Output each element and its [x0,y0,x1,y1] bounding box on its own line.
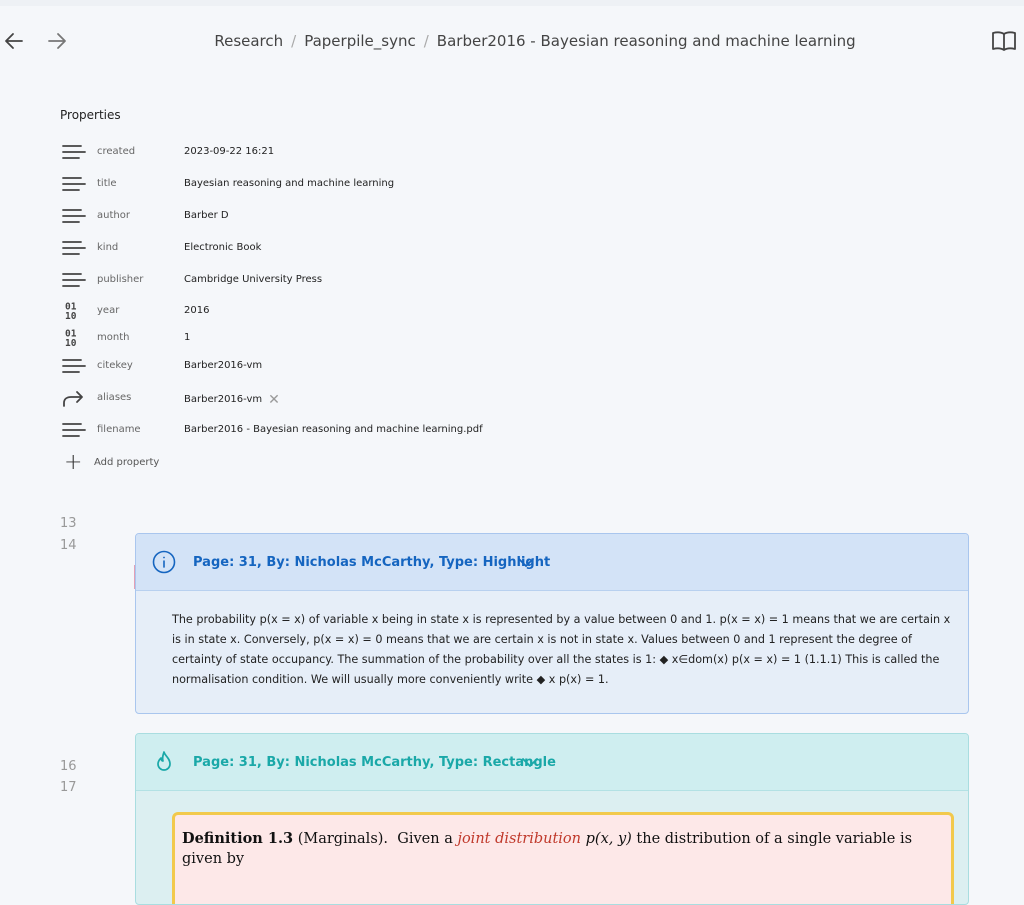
property-key: year [97,305,120,316]
definition-pre: Given a [397,831,453,847]
property-key: month [97,332,130,343]
line-number: 13 [60,516,77,531]
binary-glyph-bottom: 10 [65,338,77,348]
text-lines-icon [62,359,86,373]
property-row-aliases[interactable]: aliases Barber2016-vm ✕ [60,386,760,410]
property-row-publisher[interactable]: publisher Cambridge University Press [60,268,760,292]
binary-number-icon: 01 10 [65,329,77,349]
property-row-created[interactable]: created 2023-09-22 16:21 [60,140,760,164]
text-lines-icon [62,177,86,191]
callout-title: Page: 31, By: Nicholas McCarthy, Type: H… [193,555,551,570]
line-number: 16 [60,759,77,774]
property-value[interactable]: Barber2016-vm [184,360,262,371]
property-value[interactable]: Electronic Book [184,242,261,253]
callout-header[interactable]: Page: 31, By: Nicholas McCarthy, Type: H… [136,534,968,591]
breadcrumb-item-folder[interactable]: Paperpile_sync [304,32,416,50]
text-lines-icon [62,273,86,287]
property-value[interactable]: Barber2016 - Bayesian reasoning and mach… [184,424,483,435]
property-value[interactable]: Bayesian reasoning and machine learning [184,178,394,189]
top-edge [0,0,1024,6]
flame-icon [157,751,171,771]
property-key: title [97,178,117,189]
chevron-down-icon[interactable] [517,554,535,570]
open-book-icon [992,31,1016,51]
reading-view-button[interactable] [990,28,1018,54]
property-key: aliases [97,392,132,403]
callout-body: The probability p(x = x) of variable x b… [172,613,951,686]
callout-header[interactable]: Page: 31, By: Nicholas McCarthy, Type: R… [136,734,968,791]
property-key: filename [97,424,141,435]
property-row-year[interactable]: 01 10 year 2016 [60,299,760,323]
text-lines-icon [62,241,86,255]
binary-number-icon: 01 10 [65,302,77,322]
property-value[interactable]: 2016 [184,305,209,316]
property-value[interactable]: 1 [184,332,190,343]
property-row-citekey[interactable]: citekey Barber2016-vm [60,354,760,378]
property-key: publisher [97,274,144,285]
text-lines-icon [62,209,86,223]
callout-title: Page: 31, By: Nicholas McCarthy, Type: R… [193,755,556,770]
property-row-author[interactable]: author Barber D [60,204,760,228]
definition-highlight: joint distribution [457,831,582,847]
binary-glyph-bottom: 10 [65,311,77,321]
properties-heading: Properties [60,108,121,122]
definition-name: (Marginals). [297,831,389,847]
breadcrumb-separator: / [423,32,429,50]
property-key: created [97,146,136,157]
definition-image: Definition 1.3 (Marginals). Given a join… [172,812,954,904]
property-key: author [97,210,130,221]
definition-text: Definition 1.3 (Marginals). Given a join… [182,829,942,869]
property-value[interactable]: Barber D [184,210,229,221]
property-row-month[interactable]: 01 10 month 1 [60,326,760,350]
definition-label: Definition 1.3 [182,830,294,847]
text-lines-icon [62,145,86,159]
line-number: 17 [60,780,77,795]
forward-arrow-icon [63,391,83,407]
remove-alias-icon[interactable]: ✕ [268,392,280,408]
property-value[interactable]: 2023-09-22 16:21 [184,146,274,157]
add-property-label: Add property [94,457,160,468]
property-value[interactable]: Barber2016-vm ✕ [184,392,280,408]
breadcrumb-item-note[interactable]: Barber2016 - Bayesian reasoning and mach… [437,32,856,50]
definition-math: p(x, y) [585,831,632,847]
breadcrumb-separator: / [291,32,297,50]
property-key: citekey [97,360,133,371]
line-number: 14 [60,538,77,553]
breadcrumb: Research / Paperpile_sync / Barber2016 - Bay… [0,32,1024,50]
property-key: kind [97,242,119,253]
plus-icon: + [64,450,83,475]
callout-rectangle: Page: 31, By: Nicholas McCarthy, Type: R… [135,733,969,905]
callout-highlight: Page: 31, By: Nicholas McCarthy, Type: H… [135,533,969,714]
property-row-kind[interactable]: kind Electronic Book [60,236,760,260]
property-value[interactable]: Cambridge University Press [184,274,322,285]
alias-value: Barber2016-vm [184,394,263,405]
breadcrumb-item-research[interactable]: Research [214,32,283,50]
text-lines-icon [62,423,86,437]
property-row-title[interactable]: title Bayesian reasoning and machine lea… [60,172,760,196]
top-navigation-bar: Research / Paperpile_sync / Barber2016 - Bay… [0,0,1024,80]
chevron-down-icon[interactable] [521,754,539,770]
info-icon [152,550,176,574]
property-row-filename[interactable]: filename Barber2016 - Bayesian reasoning… [60,418,760,442]
